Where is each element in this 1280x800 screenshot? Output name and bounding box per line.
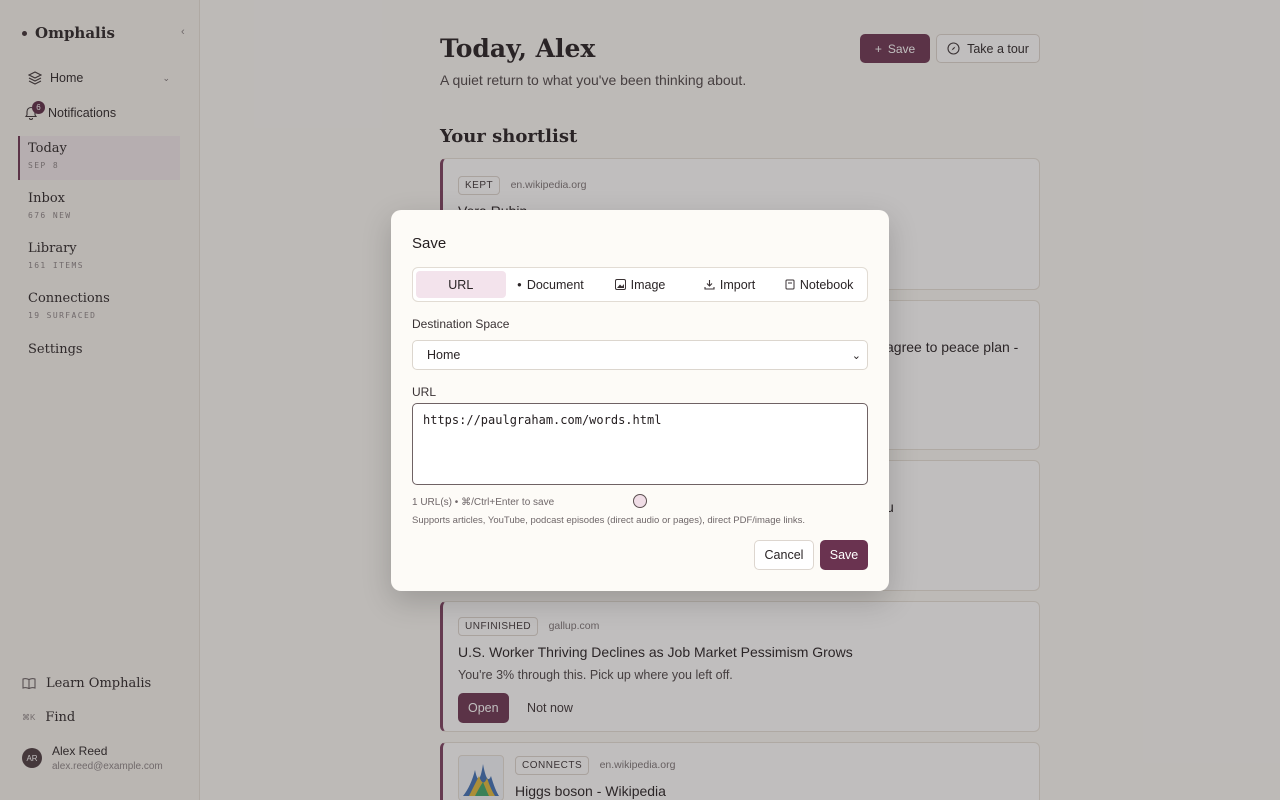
url-count-hint: 1 URL(s) • ⌘/Ctrl+Enter to save (412, 497, 555, 508)
save-dialog: Save URL ● Document Image Import Noteboo… (391, 210, 889, 591)
dialog-title: Save (412, 235, 447, 252)
tab-notebook[interactable]: Notebook (774, 271, 864, 298)
cancel-button[interactable]: Cancel (754, 540, 814, 570)
tab-label: Document (526, 277, 584, 292)
select-value: Home (427, 348, 461, 362)
tab-import[interactable]: Import (685, 271, 775, 298)
url-textarea[interactable]: https://paulgraham.com/words.html (412, 403, 868, 485)
tab-label: Image (630, 277, 666, 292)
supported-sources-hint: Supports articles, YouTube, podcast epis… (412, 515, 806, 526)
tab-image[interactable]: Image (595, 271, 685, 298)
tab-document[interactable]: ● Document (506, 271, 596, 298)
image-icon (614, 279, 626, 290)
tab-label: Import (719, 277, 756, 292)
save-url-button[interactable]: Save (820, 540, 868, 570)
destination-space-label: Destination Space (412, 317, 510, 331)
notebook-icon (785, 279, 795, 290)
chevron-down-icon: ⌄ (851, 349, 861, 362)
tab-url[interactable]: URL (416, 271, 506, 298)
destination-space-select[interactable]: Home ⌄ (412, 340, 868, 370)
mouse-cursor-indicator (633, 494, 647, 508)
tab-label: Notebook (799, 277, 854, 292)
url-label: URL (412, 385, 437, 399)
download-icon (704, 280, 715, 290)
save-type-tabs: URL ● Document Image Import Notebook (412, 267, 868, 302)
tab-label: URL (448, 277, 474, 292)
document-icon: ● (516, 280, 522, 289)
